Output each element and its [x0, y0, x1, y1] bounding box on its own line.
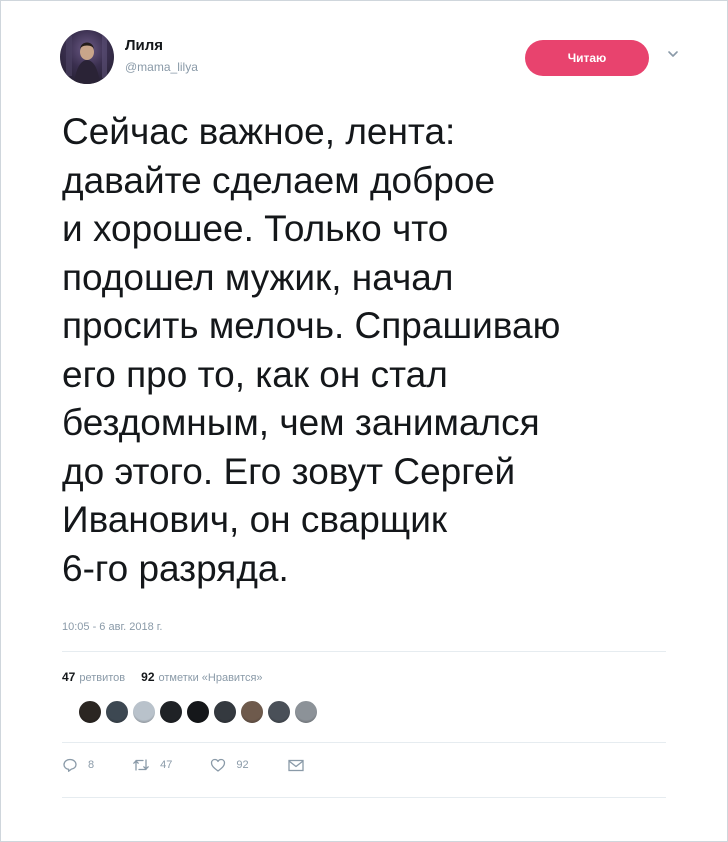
liker-avatars	[78, 700, 318, 724]
follow-button[interactable]: Читаю	[525, 40, 649, 76]
liker-avatar[interactable]	[105, 700, 129, 724]
reply-action[interactable]: 8	[62, 757, 94, 773]
liker-avatar[interactable]	[132, 700, 156, 724]
envelope-icon	[287, 759, 304, 772]
liker-avatar[interactable]	[240, 700, 264, 724]
reply-count: 8	[88, 759, 95, 771]
divider	[62, 742, 666, 743]
user-name[interactable]: Лиля	[125, 37, 163, 54]
likes-count[interactable]: 92	[141, 670, 154, 684]
reply-icon	[63, 758, 77, 772]
like-action[interactable]: 92	[210, 757, 249, 773]
liker-avatar[interactable]	[213, 700, 237, 724]
retweets-count[interactable]: 47	[62, 670, 75, 684]
like-count: 92	[236, 759, 249, 771]
liker-avatar[interactable]	[267, 700, 291, 724]
liker-avatar[interactable]	[294, 700, 318, 724]
likes-label[interactable]: отметки «Нравится»	[159, 672, 263, 684]
liker-avatar[interactable]	[78, 700, 102, 724]
message-action[interactable]	[287, 757, 305, 773]
heart-icon	[211, 758, 226, 772]
user-handle[interactable]: @mama_lilya	[125, 60, 198, 74]
retweet-count: 47	[160, 759, 173, 771]
liker-avatar[interactable]	[159, 700, 183, 724]
retweet-action[interactable]: 47	[132, 757, 172, 773]
chevron-down-icon[interactable]	[666, 47, 680, 61]
engagement-stats: 47 ретвитов 92 отметки «Нравится»	[62, 670, 263, 684]
retweet-icon	[133, 759, 149, 771]
divider	[62, 651, 666, 652]
divider	[62, 797, 666, 798]
tweet-actions: 8 47 92	[62, 757, 305, 773]
liker-avatar[interactable]	[186, 700, 210, 724]
avatar[interactable]	[60, 30, 114, 84]
tweet-text: Сейчас важное, лента: давайте сделаем до…	[62, 111, 561, 589]
tweet-timestamp[interactable]: 10:05 - 6 авг. 2018 г.	[62, 621, 162, 633]
avatar-image	[66, 34, 107, 84]
retweets-label[interactable]: ретвитов	[79, 672, 125, 684]
